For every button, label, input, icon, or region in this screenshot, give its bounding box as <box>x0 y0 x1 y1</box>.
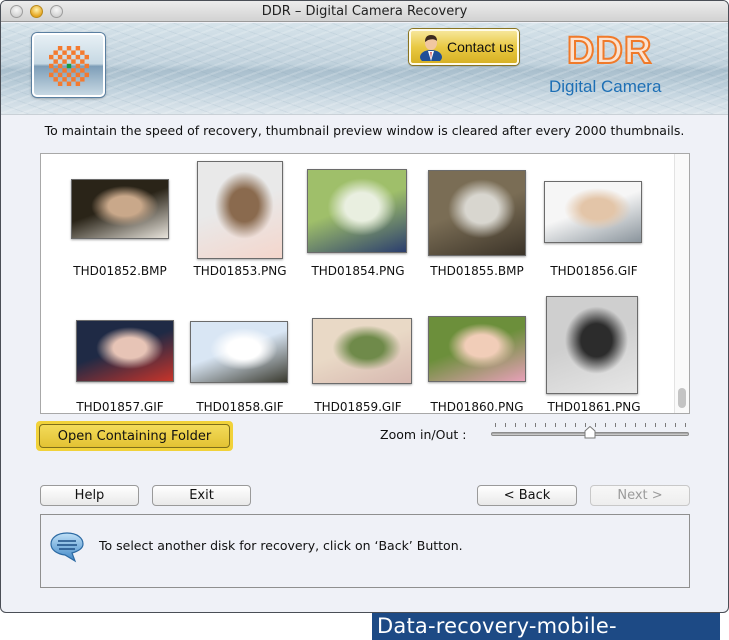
product-name: Digital Camera <box>549 77 662 96</box>
zoom-slider-tick <box>635 423 636 427</box>
thumbnail-filename: THD01855.BMP <box>430 264 524 278</box>
app-logo <box>32 33 105 97</box>
thumbnail-image[interactable] <box>76 320 174 382</box>
zoom-slider-tick <box>515 423 516 427</box>
zoom-slider-tick <box>575 423 576 427</box>
zoom-slider-tick <box>535 423 536 427</box>
thumbnail-filename: THD01856.GIF <box>550 264 638 278</box>
speech-bubble-icon <box>50 532 84 563</box>
open-folder-focus-ring: Open Containing Folder <box>36 421 233 451</box>
zoom-slider-tick <box>565 423 566 427</box>
zoom-slider-tick <box>555 423 556 427</box>
website-watermark: Data-recovery-mobile-phone.com <box>372 613 720 640</box>
app-window: DDR – Digital Camera Recovery Contact us… <box>0 0 729 613</box>
contact-us-label: Contact us <box>447 39 514 55</box>
zoom-slider-tick <box>645 423 646 427</box>
zoom-slider-tick <box>545 423 546 427</box>
scrollbar-thumb[interactable] <box>678 388 686 408</box>
zoom-slider-tick <box>585 423 586 427</box>
thumbnail-filename: THD01861.PNG <box>547 400 641 414</box>
thumbnail-image[interactable] <box>307 169 407 253</box>
thumbnail-image[interactable] <box>428 316 526 382</box>
brand-logo-text: DDR <box>566 30 653 72</box>
zoom-slider-tick <box>655 423 656 427</box>
thumbnail-image[interactable] <box>197 161 283 259</box>
zoom-slider-tick <box>665 423 666 427</box>
info-message: To maintain the speed of recovery, thumb… <box>44 123 685 138</box>
thumbnail-filename: THD01859.GIF <box>314 400 402 414</box>
contact-us-button[interactable]: Contact us <box>409 29 519 65</box>
zoom-slider-tick <box>685 423 686 427</box>
minimize-window-button[interactable] <box>30 5 43 18</box>
zoom-slider-tick <box>605 423 606 427</box>
thumbnail-filename: THD01852.BMP <box>73 264 167 278</box>
exit-button[interactable]: Exit <box>152 485 251 506</box>
ddr-app-logo-icon <box>49 46 89 86</box>
zoom-slider[interactable] <box>491 421 689 441</box>
status-message-box: To select another disk for recovery, cli… <box>40 514 690 588</box>
next-button[interactable]: Next > <box>590 485 690 506</box>
zoom-slider-tick <box>675 423 676 427</box>
thumbnail-preview-panel[interactable]: THD01852.BMP THD01853.PNG THD01854.PNG THD0… <box>40 153 690 414</box>
thumbnail-image[interactable] <box>546 296 638 394</box>
status-message-text: To select another disk for recovery, cli… <box>99 538 463 553</box>
thumbnail-image[interactable] <box>544 181 642 243</box>
zoom-slider-thumb[interactable] <box>584 426 596 439</box>
zoom-label: Zoom in/Out : <box>380 427 467 442</box>
help-button[interactable]: Help <box>40 485 139 506</box>
thumbnail-filename: THD01858.GIF <box>196 400 284 414</box>
zoom-slider-tick <box>505 423 506 427</box>
vertical-scrollbar[interactable] <box>674 154 689 413</box>
thumbnail-filename: THD01854.PNG <box>311 264 405 278</box>
thumbnail-filename: THD01853.PNG <box>193 264 287 278</box>
thumbnail-filename: THD01860.PNG <box>430 400 524 414</box>
back-button[interactable]: < Back <box>477 485 577 506</box>
thumbnail-grid: THD01852.BMP THD01853.PNG THD01854.PNG THD0… <box>41 154 675 413</box>
person-icon <box>420 35 442 61</box>
zoom-slider-tick <box>615 423 616 427</box>
zoom-window-button[interactable] <box>50 5 63 18</box>
zoom-slider-tick <box>595 423 596 427</box>
header-banner: Contact us DDR Digital Camera <box>1 23 728 115</box>
thumbnail-image[interactable] <box>312 318 412 384</box>
zoom-slider-tick <box>625 423 626 427</box>
window-title: DDR – Digital Camera Recovery <box>261 4 468 19</box>
thumbnail-filename: THD01857.GIF <box>76 400 164 414</box>
close-window-button[interactable] <box>10 5 23 18</box>
zoom-slider-tick <box>495 423 496 427</box>
thumbnail-image[interactable] <box>71 179 169 239</box>
title-bar: DDR – Digital Camera Recovery <box>1 1 728 22</box>
thumbnail-image[interactable] <box>190 321 288 383</box>
zoom-slider-tick <box>525 423 526 427</box>
thumbnail-image[interactable] <box>428 170 526 256</box>
open-containing-folder-button[interactable]: Open Containing Folder <box>39 424 230 448</box>
